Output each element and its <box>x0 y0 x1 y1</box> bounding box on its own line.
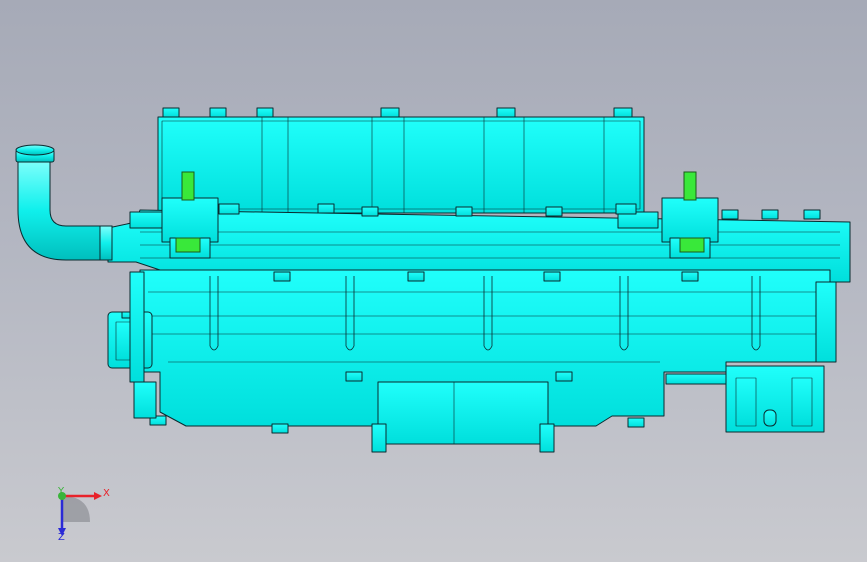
triad-z-label: Z <box>58 532 65 543</box>
bottom-center-block[interactable] <box>371 381 555 453</box>
right-connector-block[interactable] <box>665 365 825 433</box>
triad-y-label: Y <box>58 486 65 497</box>
coolant-pipe[interactable] <box>15 144 113 261</box>
right-bracket <box>815 281 837 363</box>
top-cover[interactable] <box>157 116 645 214</box>
cover-bolts <box>162 107 633 118</box>
inverter-housing-model[interactable] <box>0 0 867 562</box>
triad-x-label: X <box>103 488 110 499</box>
cad-viewport[interactable]: X Y Z <box>0 0 867 562</box>
